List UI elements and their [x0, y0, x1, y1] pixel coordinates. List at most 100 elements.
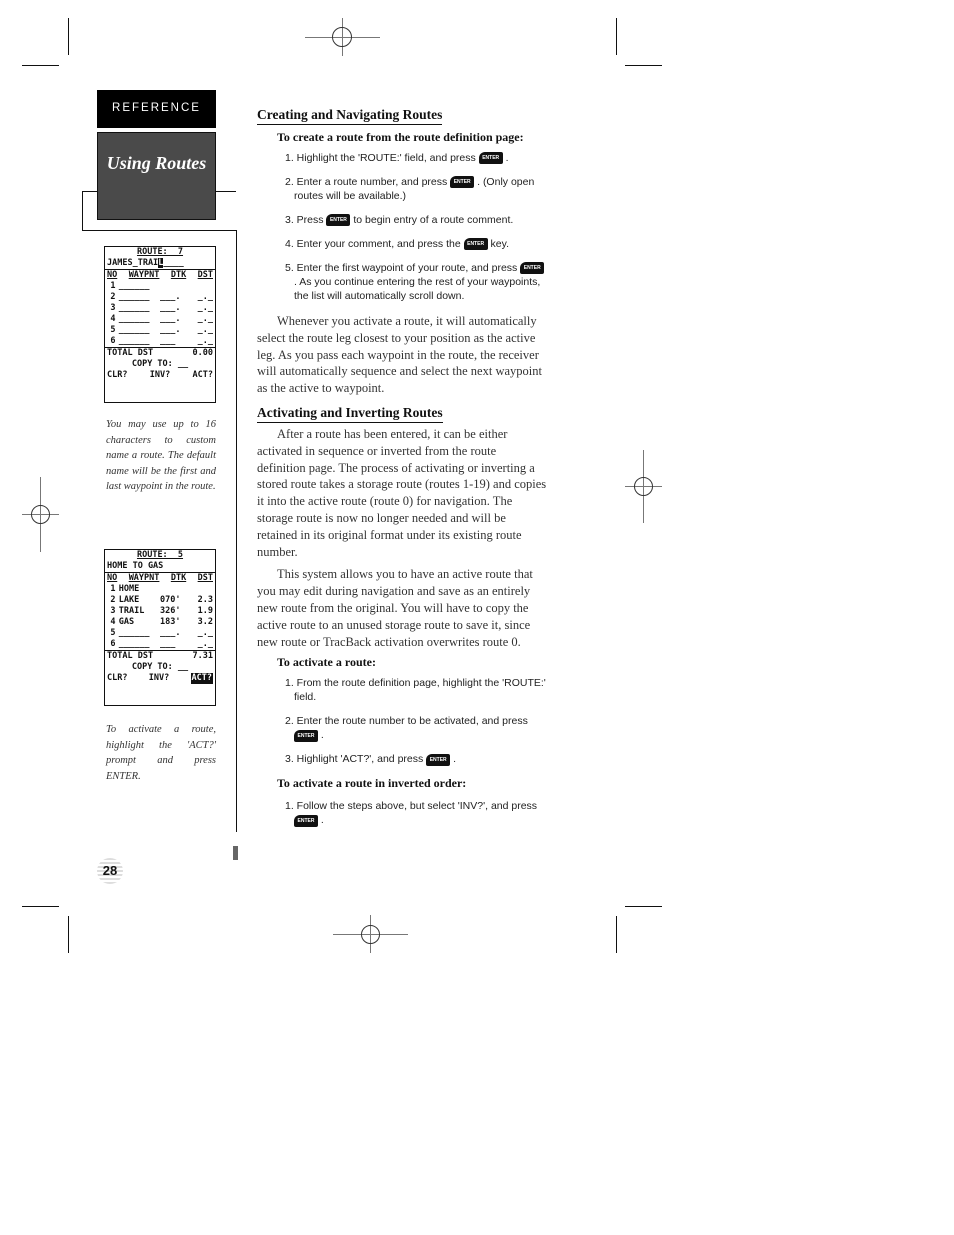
step-item: 3. Press ENTER to begin entry of a route… [285, 214, 514, 227]
waypoint-dtk: 183' [160, 617, 181, 627]
waypoint-name: LAKE [118, 595, 140, 605]
copy-to-line: COPY TO: __ [131, 662, 189, 672]
step-item: 2. Enter a route number, and press ENTER… [285, 176, 535, 202]
route-name-line: HOME TO GAS [105, 561, 215, 573]
copy-to-line: COPY TO: __ [131, 359, 189, 369]
waypoint-dst [187, 584, 213, 595]
column-headers: NO WAYPNT DTK DST [107, 270, 213, 280]
step-item: 5. Enter the first waypoint of your rout… [285, 261, 547, 303]
crop-mark [68, 18, 69, 55]
enter-key-icon: ENTER [326, 214, 351, 227]
waypoint-number: 6 [110, 639, 116, 649]
crop-mark [22, 906, 59, 907]
prompt-inv: INV? [149, 370, 171, 380]
enter-key-icon: ENTER [294, 814, 318, 827]
waypoint-dst: _._ [197, 314, 213, 324]
enter-key-icon: ENTER [450, 176, 475, 189]
waypoint-number: 1 [110, 584, 116, 594]
main-content: Creating and Navigating Routes To create… [257, 106, 547, 831]
prompt-act: ACT? [192, 370, 213, 380]
section-tab-marker [233, 846, 238, 860]
crop-mark [625, 65, 662, 66]
enter-key-icon: ENTER [463, 238, 488, 251]
waypoint-row: 3 ______ ___. _._ [105, 303, 215, 314]
route-number-line: ROUTE: 5 [136, 550, 184, 560]
waypoint-name: TRAIL [118, 606, 145, 616]
prompt-clr: CLR? [107, 673, 128, 683]
step-item: 2. Enter the route number to be activate… [285, 715, 528, 742]
waypoint-row: 4 GAS 183' 3.2 [105, 617, 215, 628]
reference-tab: REFERENCE [97, 90, 216, 128]
subheading-activate-route: To activate a route: [277, 655, 376, 670]
waypoint-name: ______ [118, 628, 150, 638]
enter-key-icon: ENTER [478, 152, 503, 165]
waypoint-name: ______ [118, 281, 150, 291]
enter-key-icon: ENTER [520, 262, 545, 275]
waypoint-dtk: 070' [160, 595, 181, 605]
waypoint-dst: _._ [197, 639, 213, 649]
waypoint-row: 6 ______ ___ _._ [105, 336, 215, 347]
caption-activate: To activate a route, highlight the 'ACT?… [106, 724, 216, 782]
frame-line [82, 191, 97, 192]
waypoint-dtk: ___ [160, 639, 176, 649]
waypoint-row: 3 TRAIL 326' 1.9 [105, 606, 215, 617]
subheading-create-route: To create a route from the route definit… [277, 130, 524, 144]
waypoint-name: HOME [118, 584, 140, 594]
heading-creating-routes: Creating and Navigating Routes [257, 107, 443, 125]
waypoint-name: ______ [118, 314, 150, 324]
total-distance: TOTAL DST 7.31 [105, 650, 215, 661]
waypoint-dst: _._ [197, 325, 213, 335]
route-name-line: JAMES_TRAIL____ [105, 258, 215, 270]
page-number: 28 [97, 858, 123, 884]
waypoint-dst: 1.9 [197, 606, 213, 616]
waypoint-number: 3 [110, 606, 116, 616]
prompt-line: CLR? INV? ACT? [105, 370, 215, 381]
waypoint-dst: 2.3 [197, 595, 213, 605]
route-screen-1: ROUTE: 7 JAMES_TRAIL____ NO WAYPNT DTK DST … [104, 246, 216, 403]
waypoint-row: 2 LAKE 070' 2.3 [105, 595, 215, 606]
crop-mark [68, 916, 69, 953]
waypoint-dtk [160, 281, 187, 292]
waypoint-row: 2 ______ ___. _._ [105, 292, 215, 303]
frame-line [236, 230, 237, 832]
route-number-line: ROUTE: 7 [136, 247, 184, 257]
total-distance: TOTAL DST 0.00 [105, 347, 215, 358]
frame-line [82, 230, 237, 231]
enter-key-icon: ENTER [294, 729, 318, 742]
step-item: 1. Highlight the 'ROUTE:' field, and pre… [285, 152, 509, 165]
step-item: 4. Enter your comment, and press the ENT… [285, 238, 509, 251]
enter-key-icon: ENTER [426, 753, 451, 766]
waypoint-name: ______ [118, 325, 150, 335]
waypoint-number: 3 [110, 303, 116, 313]
waypoint-dtk: ___. [160, 325, 181, 335]
waypoint-dtk: ___ [160, 336, 176, 346]
paragraph-active-route: This system allows you to have an active… [257, 567, 533, 649]
waypoint-name: ______ [118, 336, 150, 346]
crop-mark [616, 916, 617, 953]
waypoint-number: 5 [110, 628, 116, 638]
waypoint-name: ______ [118, 639, 150, 649]
waypoint-row: 5 ______ ___. _._ [105, 628, 215, 639]
waypoint-number: 2 [110, 292, 116, 302]
paragraph-activate-auto: Whenever you activate a route, it will a… [257, 314, 542, 396]
waypoint-dst: _._ [197, 628, 213, 638]
waypoint-number: 4 [110, 617, 116, 627]
prompt-line: CLR? INV? ACT? [105, 673, 215, 684]
crop-mark [616, 18, 617, 55]
waypoint-name: GAS [118, 617, 135, 627]
waypoint-dtk: ___. [160, 628, 181, 638]
waypoint-dst: 3.2 [197, 617, 213, 627]
chapter-title-box: Using Routes [97, 132, 216, 220]
step-item: 1. Follow the steps above, but select 'I… [285, 800, 538, 827]
waypoint-number: 2 [110, 595, 116, 605]
waypoint-dst: _._ [197, 303, 213, 313]
crop-mark [22, 65, 59, 66]
waypoint-dtk [160, 584, 187, 595]
prompt-act: ACT? [190, 673, 213, 684]
waypoint-dtk: ___. [160, 314, 181, 324]
invert-route-steps: 1. Follow the steps above, but select 'I… [257, 799, 547, 827]
caption-custom-name: You may use up to 16 characters to custo… [106, 419, 216, 492]
column-headers: NO WAYPNT DTK DST [107, 573, 213, 583]
waypoint-row: 6 ______ ___ _._ [105, 639, 215, 650]
prompt-inv: INV? [148, 673, 170, 683]
